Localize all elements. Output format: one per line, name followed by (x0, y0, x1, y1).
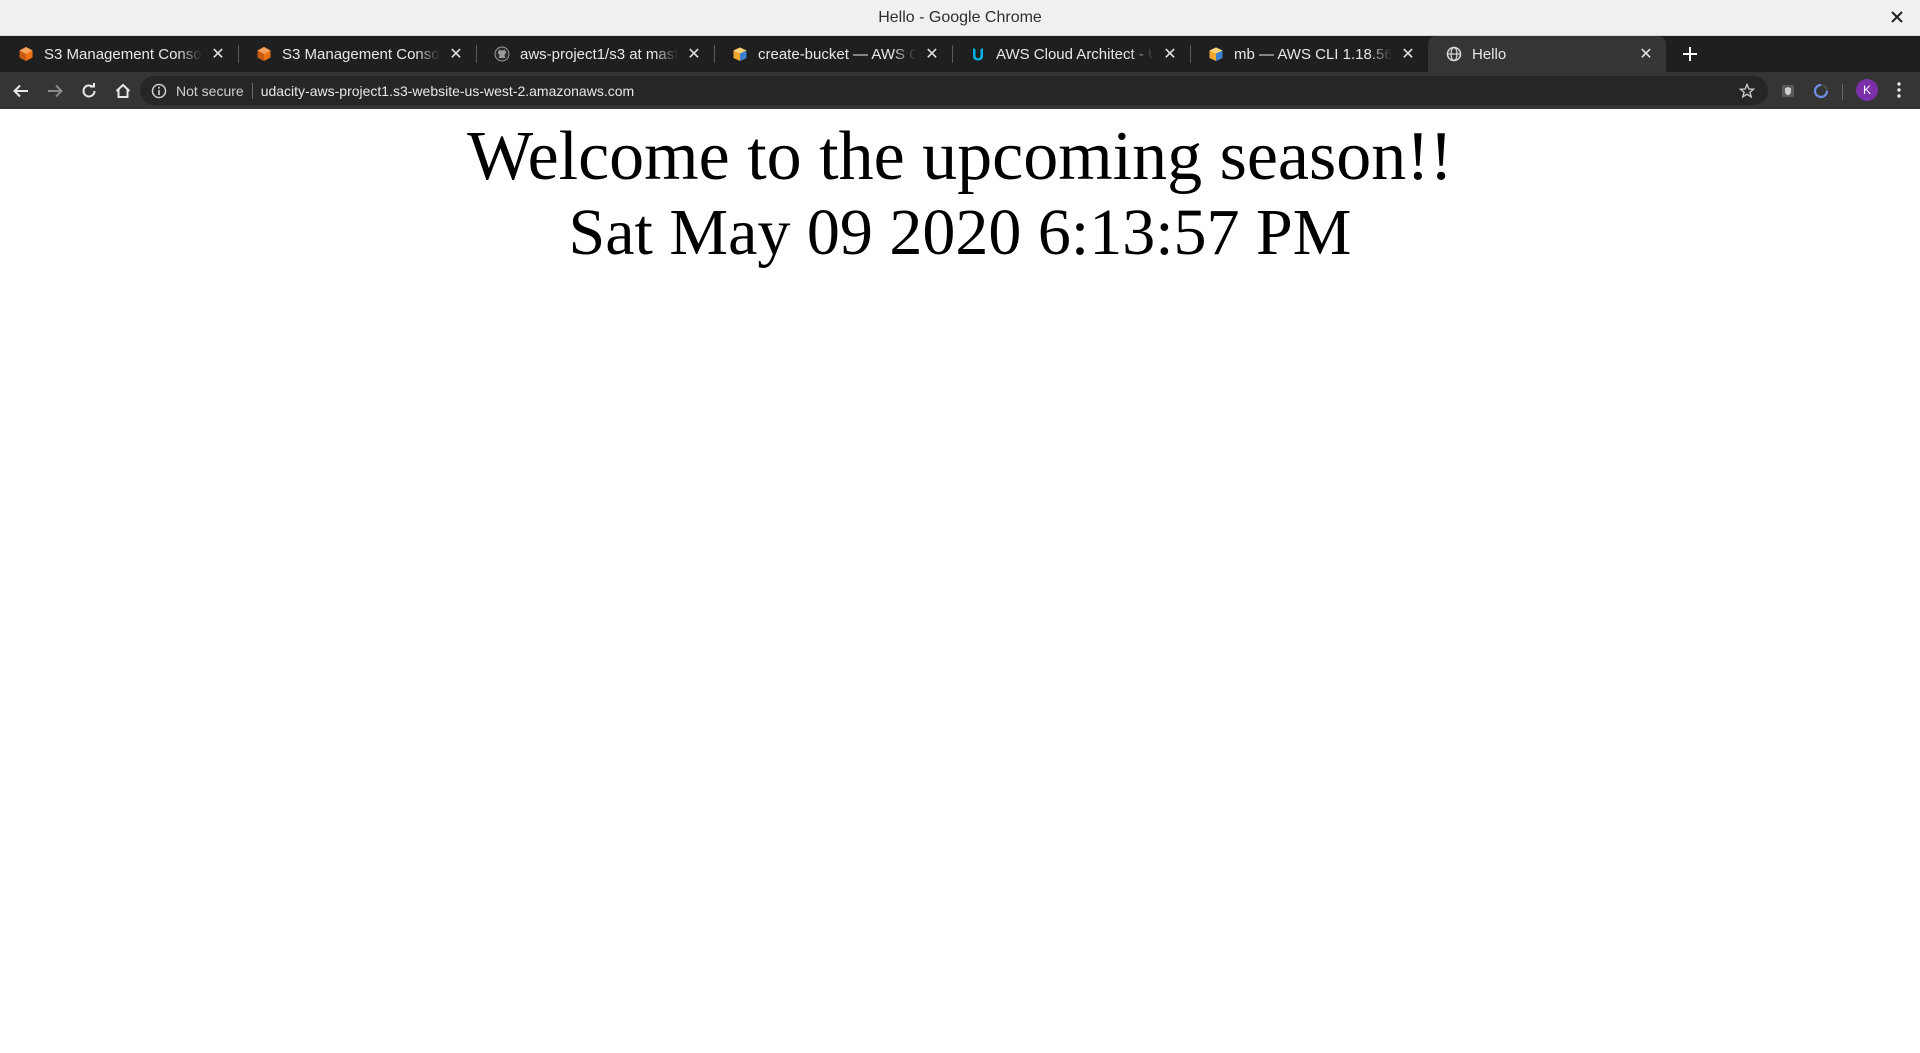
window-title: Hello - Google Chrome (878, 8, 1042, 26)
profile-avatar[interactable]: K (1856, 79, 1878, 101)
kebab-menu-icon (1897, 82, 1901, 98)
url-text[interactable]: udacity-aws-project1.s3-website-us-west-… (261, 83, 1736, 99)
tab-s3-console-2[interactable]: S3 Management Console ✕ (238, 36, 476, 72)
plus-icon (1683, 47, 1697, 61)
reload-icon (82, 82, 96, 97)
close-icon[interactable]: ✕ (922, 44, 942, 64)
tab-label: create-bucket — AWS CLI (758, 45, 916, 63)
close-icon (1891, 11, 1903, 23)
close-icon[interactable]: ✕ (1160, 44, 1180, 64)
security-label[interactable]: Not secure (176, 83, 244, 99)
arrow-left-icon (13, 84, 28, 97)
close-icon[interactable]: ✕ (446, 44, 466, 64)
home-icon (115, 83, 131, 98)
tab-github-repo[interactable]: aws-project1/s3 at master ✕ (476, 36, 714, 72)
tab-label: Hello (1472, 45, 1507, 63)
star-icon[interactable] (1736, 80, 1758, 102)
new-tab-button[interactable] (1672, 36, 1708, 72)
window-titlebar: Hello - Google Chrome (0, 0, 1920, 36)
welcome-heading: Welcome to the upcoming season!! (467, 118, 1453, 195)
window-close-button[interactable] (1886, 6, 1908, 28)
datetime-heading: Sat May 09 2020 6:13:57 PM (568, 196, 1352, 269)
tab-create-bucket[interactable]: create-bucket — AWS CLI ✕ (714, 36, 952, 72)
toolbar-divider (1842, 84, 1843, 100)
extension-loader-icon[interactable] (1810, 80, 1832, 102)
tab-strip: S3 Management Console ✕ S3 Management Co… (0, 36, 1920, 72)
tab-label: S3 Management Console (44, 45, 202, 63)
arrow-right-icon (48, 84, 63, 97)
aws-box-icon (1208, 46, 1224, 62)
extension-shield-icon[interactable] (1777, 80, 1799, 102)
aws-cube-icon (18, 46, 34, 62)
menu-button[interactable] (1888, 79, 1910, 101)
tab-mb-reference[interactable]: mb — AWS CLI 1.18.56 Command Reference ✕ (1190, 36, 1428, 72)
info-icon[interactable] (150, 82, 168, 100)
github-icon (494, 46, 510, 62)
globe-icon (1446, 46, 1462, 62)
tab-label: mb — AWS CLI 1.18.56 Command Reference (1234, 45, 1392, 63)
tab-udacity[interactable]: AWS Cloud Architect - Udacity ✕ (952, 36, 1190, 72)
close-icon[interactable]: ✕ (684, 44, 704, 64)
address-bar[interactable]: Not secure udacity-aws-project1.s3-websi… (140, 76, 1768, 105)
aws-cube-icon (256, 46, 272, 62)
back-button[interactable] (6, 76, 36, 106)
omnibox-divider (251, 82, 253, 99)
close-icon[interactable]: ✕ (1398, 44, 1418, 64)
tab-label: AWS Cloud Architect - Udacity (996, 45, 1154, 63)
aws-box-icon (732, 46, 748, 62)
tab-label: aws-project1/s3 at master (520, 45, 678, 63)
reload-button[interactable] (74, 76, 104, 106)
tab-s3-console-1[interactable]: S3 Management Console ✕ (0, 36, 238, 72)
udacity-icon (970, 46, 986, 62)
forward-button[interactable] (40, 76, 70, 106)
tab-hello-active[interactable]: Hello ✕ (1428, 36, 1666, 72)
close-icon[interactable]: ✕ (208, 44, 228, 64)
home-button[interactable] (108, 76, 138, 106)
browser-toolbar: Not secure udacity-aws-project1.s3-websi… (0, 72, 1920, 109)
tab-label: S3 Management Console (282, 45, 440, 63)
page-content: Welcome to the upcoming season!! Sat May… (0, 109, 1920, 1053)
close-icon[interactable]: ✕ (1636, 44, 1656, 64)
